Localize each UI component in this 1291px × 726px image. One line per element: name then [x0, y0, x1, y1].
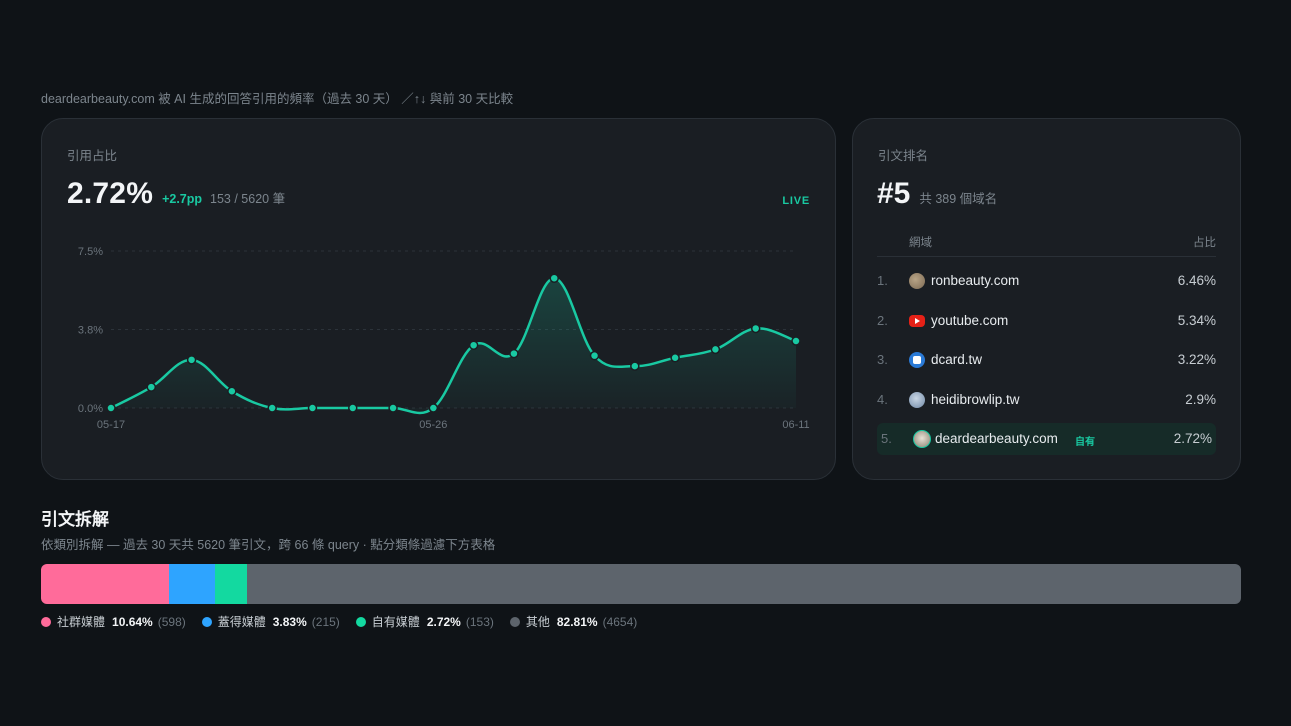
legend-name: 蓋得媒體	[217, 615, 266, 629]
rank-number: 3.	[877, 352, 888, 367]
legend-other[interactable]: 其他 82.81% (4654)	[509, 613, 638, 630]
rank-total-domains: 共 389 個域名	[919, 192, 998, 206]
category-legend: 社群媒體 10.64% (598) 蓋得媒體 3.83% (215) 自有媒體 …	[41, 613, 653, 630]
legend-name: 自有媒體	[371, 615, 420, 629]
rank-share: 2.9%	[1185, 392, 1216, 407]
legend-count: (598)	[157, 614, 186, 629]
chart-point	[146, 382, 157, 392]
x-tick-label: 05-17	[97, 419, 125, 431]
legend-dot	[355, 616, 366, 627]
globe-icon	[909, 392, 925, 408]
chart-point	[267, 403, 277, 413]
segment-owned-media[interactable]	[214, 564, 248, 604]
chart-point	[106, 403, 116, 413]
rank-domain: ronbeauty.com	[931, 273, 1020, 288]
citation-rank-label: 引文排名	[878, 149, 929, 163]
y-tick-label: 3.8%	[78, 325, 103, 337]
legend-social-media[interactable]: 社群媒體 10.64% (598)	[41, 613, 186, 630]
breakdown-subtitle: 依類別拆解 — 過去 30 天共 5620 筆引文，跨 66 條 query ·…	[41, 538, 496, 552]
legend-percent: 2.72%	[426, 614, 461, 629]
citation-share-chart: 7.5% 3.8% 0.0% 05-17 05-26 06-11	[78, 246, 810, 431]
dcard-icon	[909, 352, 925, 368]
chart-point	[428, 403, 439, 413]
legend-percent: 10.64%	[112, 614, 153, 629]
chart-point	[227, 386, 237, 397]
rank-number: 4.	[877, 392, 888, 407]
category-stacked-bar	[41, 564, 1241, 604]
rank-share: 5.34%	[1177, 313, 1216, 328]
legend-percent: 3.83%	[272, 614, 307, 629]
x-tick-label: 05-26	[419, 419, 447, 431]
legend-name: 其他	[525, 615, 550, 629]
chart-point	[348, 403, 358, 413]
rank-number: 2.	[877, 313, 888, 328]
rank-row[interactable]: 1. ronbeauty.com 6.46%	[877, 265, 1216, 297]
legend-dot	[509, 616, 520, 627]
rank-table-header: 網域 占比	[877, 231, 1216, 257]
rank-share: 3.22%	[1177, 352, 1216, 367]
rank-value: #5	[877, 177, 911, 210]
column-header-share: 占比	[1193, 237, 1216, 249]
breakdown-title: 引文拆解	[41, 510, 109, 529]
x-tick-label: 06-11	[782, 419, 809, 431]
owned-badge: 自有	[1075, 437, 1095, 448]
rank-row[interactable]: 3. dcard.tw 3.22%	[877, 344, 1216, 376]
rank-number: 5.	[881, 431, 892, 446]
rank-row[interactable]: 4. heidibrowlip.tw 2.9%	[877, 384, 1216, 416]
chart-point	[388, 403, 398, 413]
rank-share: 2.72%	[1173, 431, 1212, 446]
legend-count: (4654)	[602, 614, 638, 629]
citation-rank-card: 引文排名 #5 共 389 個域名 網域 占比 1. ronbeauty.com…	[852, 118, 1241, 480]
ronbeauty-favicon-icon	[909, 273, 925, 289]
legend-count: (215)	[311, 614, 340, 629]
segment-earned-media[interactable]	[168, 564, 215, 604]
page-subtitle: deardearbeauty.com 被 AI 生成的回答引用的頻率（過去 30…	[41, 92, 514, 106]
legend-earned-media[interactable]: 蓋得媒體 3.83% (215)	[201, 613, 340, 630]
column-header-domain: 網域	[909, 237, 932, 249]
rank-number: 1.	[877, 273, 888, 288]
y-tick-label: 7.5%	[78, 246, 103, 258]
rank-domain: youtube.com	[931, 313, 1009, 328]
rank-domain: heidibrowlip.tw	[931, 392, 1020, 407]
rank-row-own[interactable]: 5. deardearbeauty.com 自有 2.72%	[877, 423, 1216, 455]
rank-domain: deardearbeauty.com	[935, 431, 1058, 446]
legend-dot	[41, 616, 51, 627]
rank-share: 6.46%	[1177, 273, 1216, 288]
citation-share-card: 引用占比 2.72% +2.7pp 153 / 5620 筆 LIVE 7.5%…	[41, 118, 836, 480]
chart-point	[670, 353, 680, 363]
chart-point	[307, 403, 318, 413]
chart-point	[791, 336, 801, 346]
chart-point	[630, 361, 640, 371]
deardearbeauty-favicon-icon	[913, 430, 931, 448]
chart-point	[750, 323, 761, 334]
rank-domain: dcard.tw	[931, 352, 983, 367]
segment-other[interactable]	[247, 564, 1241, 604]
chart-point	[186, 355, 197, 365]
chart-point	[589, 350, 600, 361]
legend-owned-media[interactable]: 自有媒體 2.72% (153)	[355, 613, 494, 630]
legend-name: 社群媒體	[57, 615, 106, 629]
legend-percent: 82.81%	[556, 614, 598, 629]
chart-point	[509, 348, 519, 359]
legend-count: (153)	[465, 614, 494, 629]
citation-rank-summary: #5 共 389 個域名	[877, 177, 997, 211]
segment-social-media[interactable]	[41, 564, 169, 604]
chart-area-fill	[111, 278, 796, 414]
youtube-icon	[909, 315, 925, 327]
rank-row[interactable]: 2. youtube.com 5.34%	[877, 305, 1216, 337]
chart-point	[468, 340, 479, 350]
chart-point	[549, 273, 559, 283]
legend-dot	[201, 616, 212, 627]
y-tick-label: 0.0%	[78, 403, 103, 415]
chart-point	[710, 344, 721, 355]
